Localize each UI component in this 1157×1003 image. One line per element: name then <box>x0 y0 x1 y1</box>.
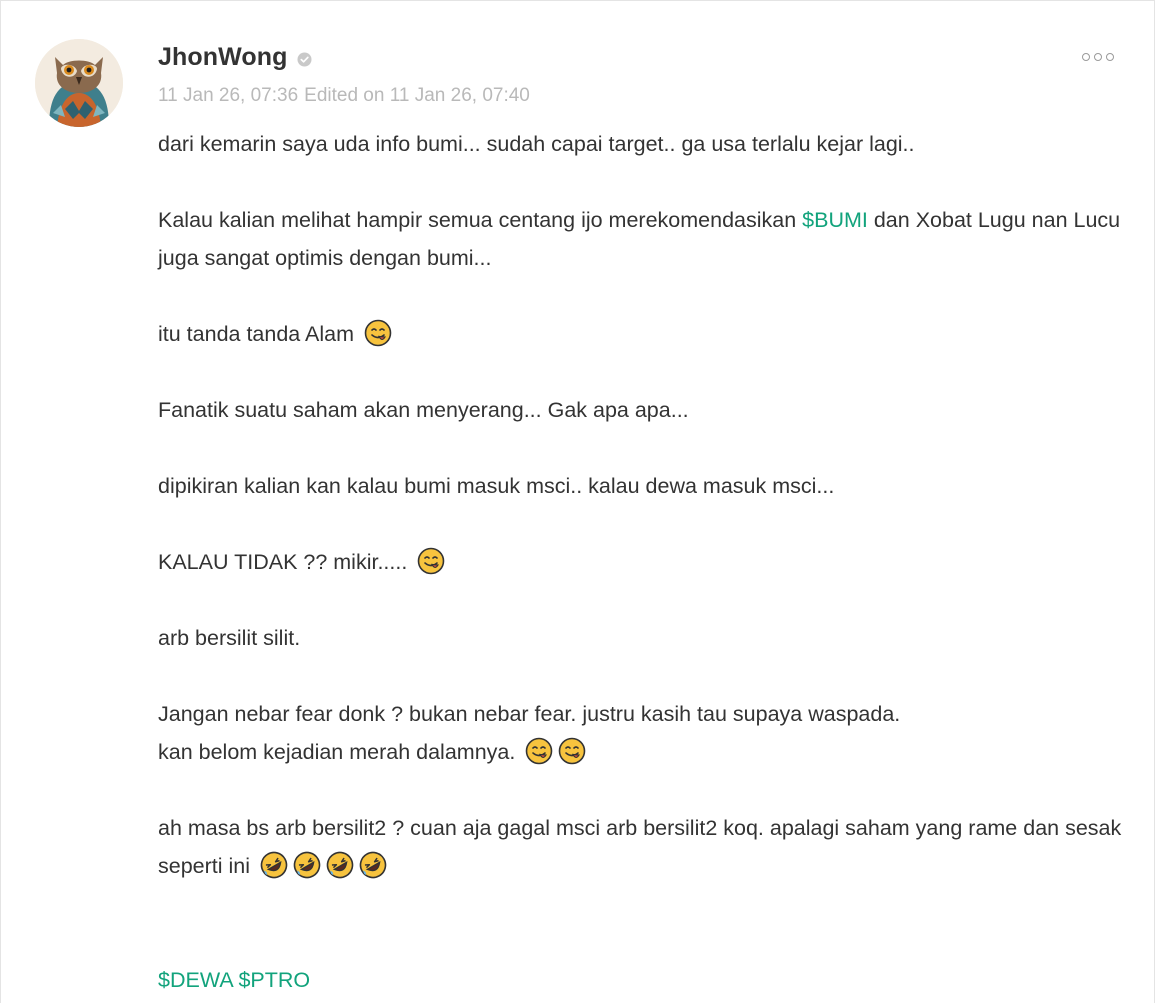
edited-label: Edited on 11 Jan 26, 07:40 <box>304 85 530 106</box>
paragraph: ah masa bs arb bersilit2 ? cuan aja gaga… <box>158 809 1128 885</box>
verified-badge-icon <box>297 52 312 67</box>
post-body: dari kemarin saya uda info bumi... sudah… <box>158 125 1128 999</box>
rolling-on-floor-laughing-icon <box>260 851 288 879</box>
owl-avatar-icon <box>35 39 123 127</box>
paragraph-text: dari kemarin saya uda info bumi... sudah… <box>158 132 915 156</box>
more-options-dot-icon <box>1106 53 1114 61</box>
paragraph: Jangan nebar fear donk ? bukan nebar fea… <box>158 695 1128 771</box>
cashtag-link-dewa[interactable]: $DEWA <box>158 968 232 992</box>
post-header: JhonWong 11 Jan 26, 07:36 Edited on 11 Ja… <box>158 39 530 107</box>
paragraph: dipikiran kalian kan kalau bumi masuk ms… <box>158 467 1128 505</box>
post-card: JhonWong 11 Jan 26, 07:36 Edited on 11 Ja… <box>0 0 1155 1003</box>
paragraph-text: Fanatik suatu saham akan menyerang... Ga… <box>158 398 689 422</box>
avatar[interactable] <box>35 39 123 127</box>
tag-line: $DEWA $PTRO <box>158 961 1128 999</box>
rolling-on-floor-laughing-icon <box>326 851 354 879</box>
face-savoring-food-icon <box>364 319 392 347</box>
paragraph-text: arb bersilit silit. <box>158 626 301 650</box>
more-options-dot-icon <box>1082 53 1090 61</box>
post-timestamp: 11 Jan 26, 07:36 <box>158 85 299 106</box>
paragraph-text: Jangan nebar fear donk ? bukan nebar fea… <box>158 702 901 726</box>
face-savoring-food-icon <box>417 547 445 575</box>
paragraph-text: Kalau kalian melihat hampir semua centan… <box>158 208 803 232</box>
more-options-button[interactable] <box>1073 49 1123 65</box>
face-savoring-food-icon <box>525 737 553 765</box>
paragraph: itu tanda tanda Alam <box>158 315 1128 353</box>
cashtag-link-bumi[interactable]: $BUMI <box>802 208 868 232</box>
paragraph: dari kemarin saya uda info bumi... sudah… <box>158 125 1128 163</box>
cashtag-link-ptro[interactable]: $PTRO <box>238 968 310 992</box>
paragraph: Fanatik suatu saham akan menyerang... Ga… <box>158 391 1128 429</box>
paragraph-text: dipikiran kalian kan kalau bumi masuk ms… <box>158 474 835 498</box>
post-meta: 11 Jan 26, 07:36 Edited on 11 Jan 26, 07:… <box>158 85 530 107</box>
paragraph-text: kan belom kejadian merah dalamnya. <box>158 740 522 764</box>
paragraph: arb bersilit silit. <box>158 619 1128 657</box>
rolling-on-floor-laughing-icon <box>359 851 387 879</box>
paragraph: KALAU TIDAK ?? mikir..... <box>158 543 1128 581</box>
paragraph: Kalau kalian melihat hampir semua centan… <box>158 201 1128 277</box>
rolling-on-floor-laughing-icon <box>293 851 321 879</box>
face-savoring-food-icon <box>558 737 586 765</box>
username[interactable]: JhonWong <box>158 43 287 72</box>
paragraph-text: itu tanda tanda Alam <box>158 322 361 346</box>
author-row: JhonWong <box>158 39 530 75</box>
more-options-dot-icon <box>1094 53 1102 61</box>
paragraph-text: KALAU TIDAK ?? mikir..... <box>158 550 414 574</box>
